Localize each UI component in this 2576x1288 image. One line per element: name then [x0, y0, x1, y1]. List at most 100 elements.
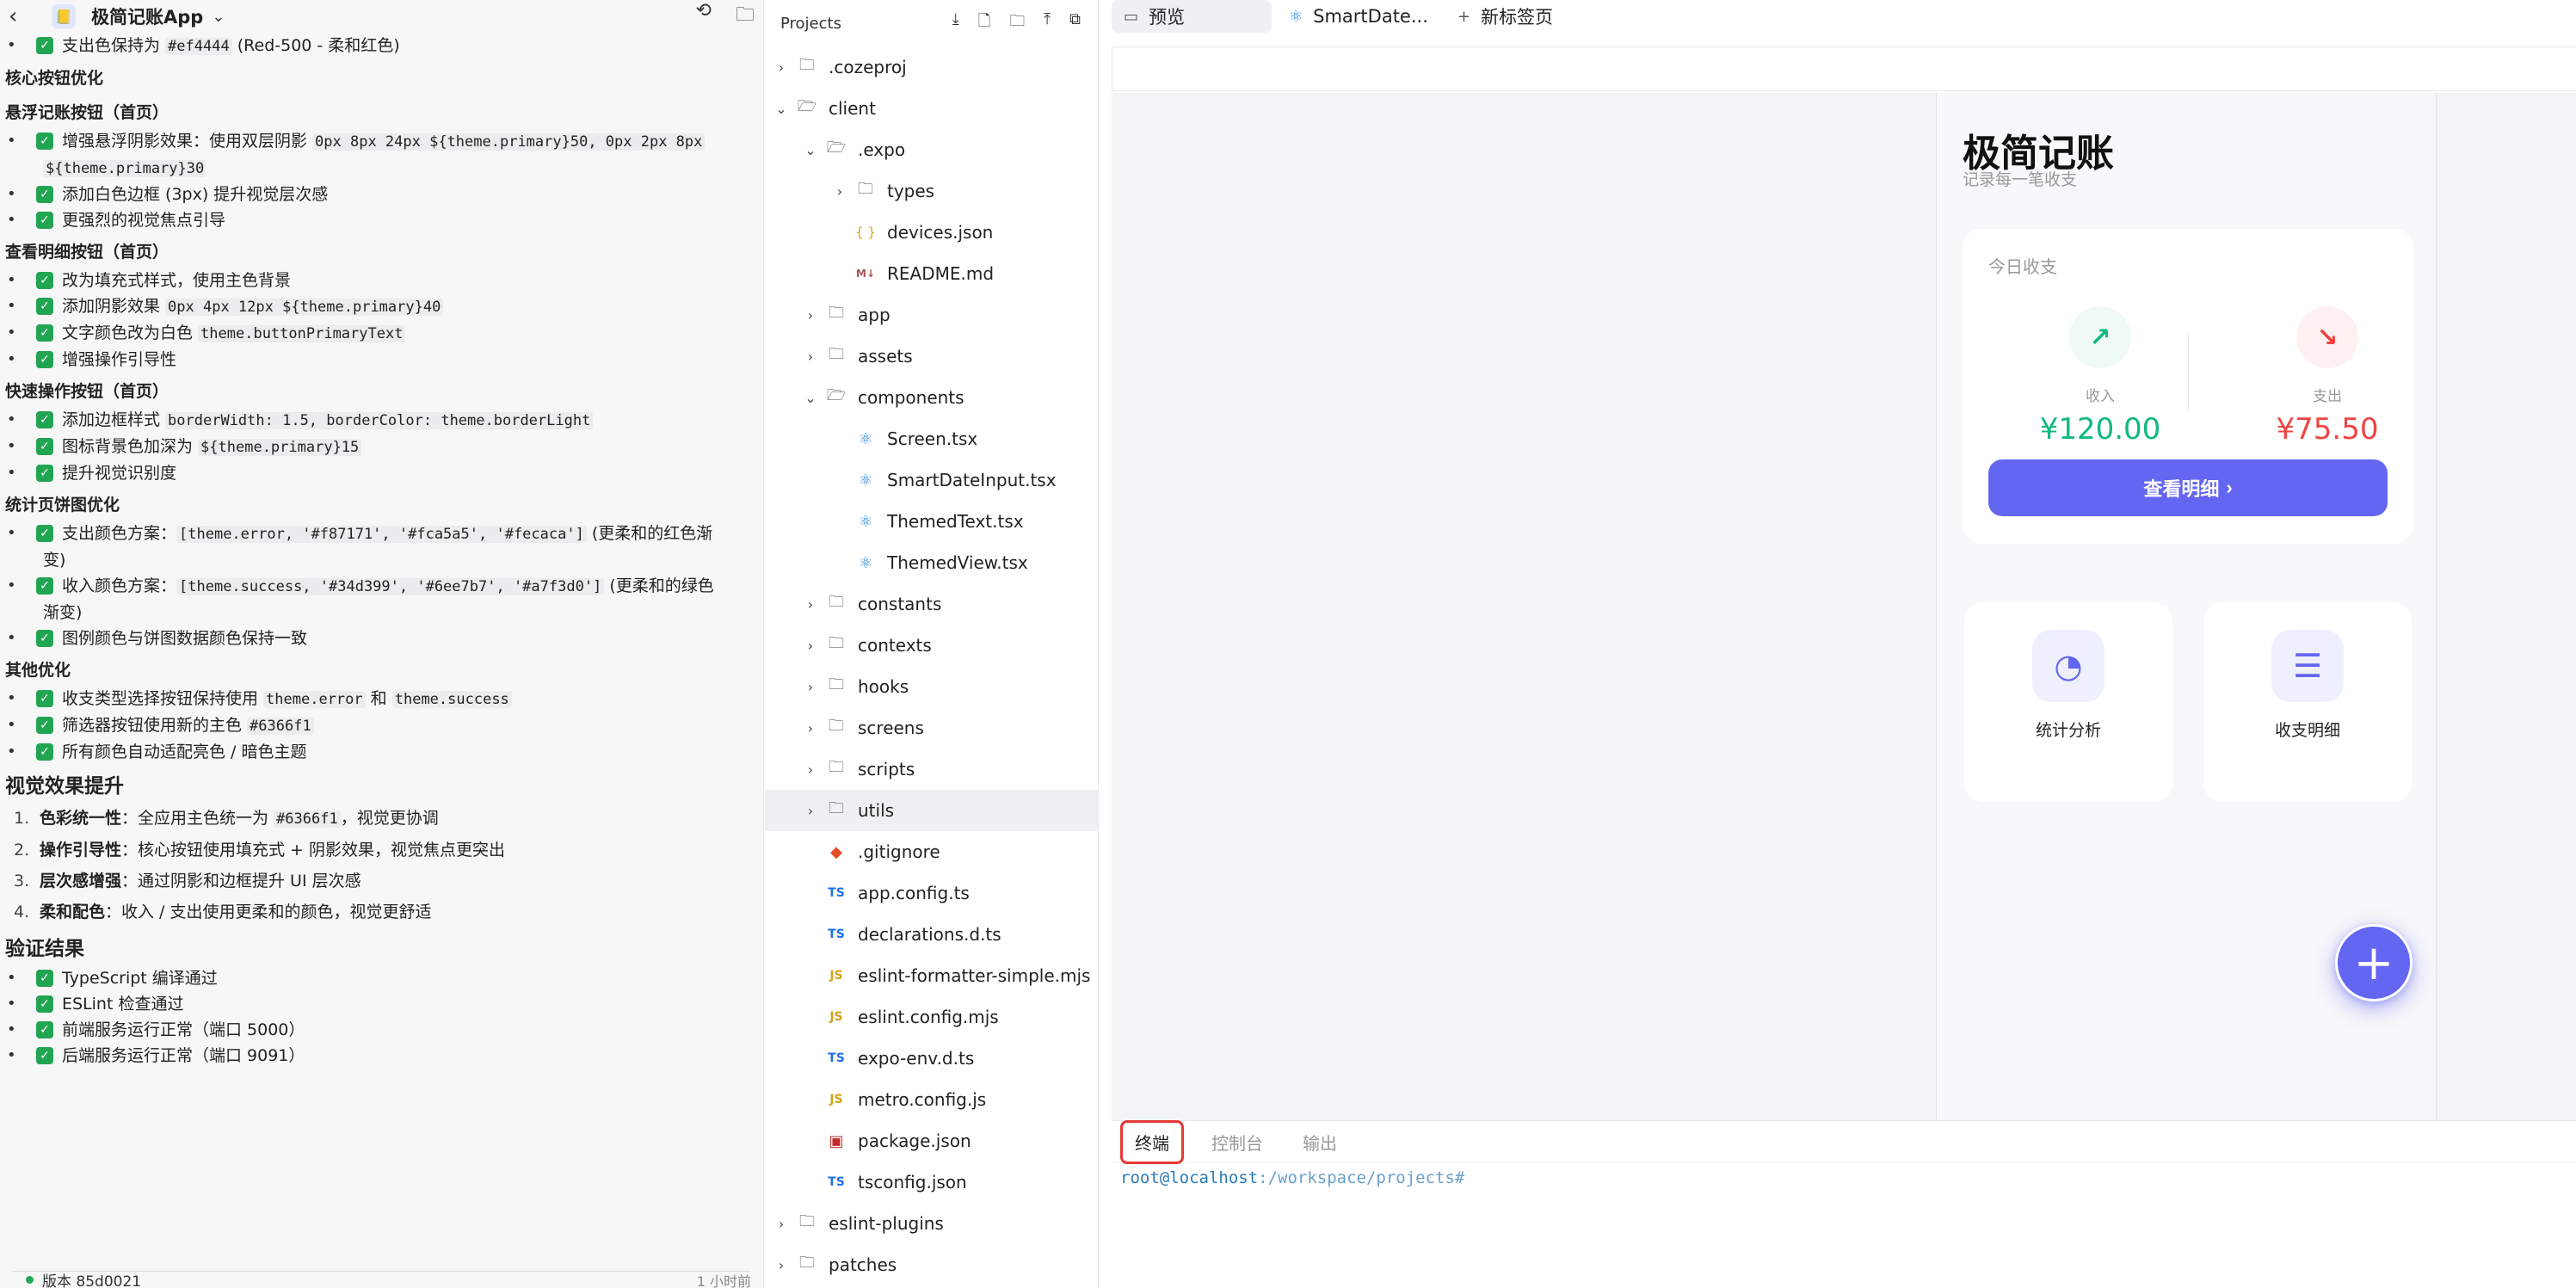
tree-item[interactable]: JS eslint-formatter-simple.mjs [765, 955, 1098, 996]
section-heading: 视觉效果提升 [5, 775, 124, 798]
tree-item[interactable]: M↓ README.md [765, 253, 1098, 294]
list-item: ✓ 后端服务运行正常（端口 9091） [5, 1043, 763, 1069]
tree-item[interactable]: TS app.config.ts [765, 872, 1098, 914]
tree-item[interactable]: ⚛ SmartDateInput.tsx [765, 459, 1098, 501]
ordered-text: 操作引导性：核心按钮使用填充式 + 阴影效果，视觉焦点更突出 [40, 835, 505, 866]
list-item-text: 图标背景色加深为 ${theme.primary}15 [62, 434, 362, 460]
tree-item-label: ThemedView.tsx [887, 552, 1028, 573]
chevron-right-icon[interactable]: › [801, 638, 820, 654]
tab-new[interactable]: + 新标签页 [1445, 0, 1565, 33]
tree-item[interactable]: TS declarations.d.ts [765, 914, 1098, 955]
quick-list-button[interactable]: ☰ 收支明细 [2203, 602, 2412, 802]
url-bar[interactable] [1112, 46, 2576, 91]
react-icon: ⚛ [858, 429, 873, 448]
tree-item[interactable]: ▣ package.json [765, 1120, 1098, 1162]
chevron-right-icon[interactable]: › [801, 307, 820, 324]
text-segment: 提升视觉识别度 [62, 464, 177, 483]
tree-item[interactable]: ⌄ 🗁 components [765, 377, 1098, 418]
view-detail-button[interactable]: 查看明细 › [1988, 459, 2388, 516]
back-icon[interactable]: ‹ [9, 3, 34, 29]
tree-item[interactable]: › 🗀 patches [765, 1244, 1098, 1285]
tree-item[interactable]: ⚛ Screen.tsx [765, 418, 1098, 459]
react-icon: ⚛ [858, 471, 873, 490]
tab-output[interactable]: 输出 [1291, 1123, 1349, 1162]
section-heading: 验证结果 [5, 938, 84, 960]
chevron-down-icon[interactable]: ⌄ [772, 101, 791, 117]
list-item-text: 添加阴影效果 0px 4px 12px ${theme.primary}40 [62, 293, 444, 320]
tree-item[interactable]: › 🗀 contexts [765, 625, 1098, 666]
text-segment: 和 [365, 689, 392, 708]
tree-item[interactable]: JS metro.config.js [765, 1079, 1098, 1120]
wrapped-line: 变) [43, 551, 66, 570]
tree-item[interactable]: ⚛ ThemedText.tsx [765, 501, 1098, 542]
tree-item[interactable]: { } devices.json [765, 212, 1098, 253]
tab-preview[interactable]: ▭ 预览 [1112, 0, 1272, 33]
ts-icon: TS [828, 927, 845, 941]
list-item-text: 提升视觉识别度 [62, 460, 176, 486]
app-logo-icon: 📒 [52, 4, 76, 28]
tree-item[interactable]: › 🗀 eslint-plugins [765, 1203, 1098, 1244]
download-icon[interactable]: ⤓ [952, 10, 959, 36]
tree-item[interactable]: › 🗀 app [765, 294, 1098, 336]
chevron-right-icon[interactable]: › [801, 803, 820, 819]
react-icon: ⚛ [1289, 7, 1303, 26]
chevron-right-icon[interactable]: › [772, 1257, 791, 1273]
tree-item[interactable]: ⚛ ThemedView.tsx [765, 542, 1098, 583]
chevron-down-icon[interactable]: ⌄ [801, 390, 820, 406]
pkg-icon: ▣ [829, 1131, 844, 1150]
app-name[interactable]: 极简记账App [91, 3, 203, 29]
chevron-down-icon[interactable]: ⌄ [212, 8, 225, 26]
collapse-all-icon[interactable]: ⧉ [1069, 10, 1081, 36]
text-segment: 收支类型选择按钮保持使用 [62, 689, 264, 708]
list-item: ✓ 图标背景色加深为 ${theme.primary}15 [5, 434, 763, 460]
folder-icon[interactable]: 🗀 [736, 0, 755, 33]
list-item: ✓ 收入颜色方案：[theme.success, '#34d399', '#6ee… [5, 573, 763, 600]
list-item-text: TypeScript 编译通过 [62, 969, 218, 988]
tree-item[interactable]: › 🗀 screens [765, 707, 1098, 749]
tree-item[interactable]: › 🗀 hooks [765, 666, 1098, 707]
chevron-right-icon[interactable]: › [801, 761, 820, 778]
chevron-right-icon[interactable]: › [801, 679, 820, 695]
file-tree-header: Projects ⤓ 🗋 🗀 ⤒ ⧉ [765, 0, 1098, 46]
tab-file[interactable]: ⚛ SmartDate... [1277, 0, 1440, 33]
version-bar[interactable]: 版本 85d0021 1 小时前 [12, 1271, 751, 1288]
tab-terminal[interactable]: 终端 [1120, 1119, 1184, 1164]
terminal[interactable]: root@localhost:/workspace/projects# [1112, 1163, 2576, 1288]
chevron-right-icon[interactable]: › [801, 348, 820, 365]
chevron-right-icon[interactable]: › [801, 720, 820, 736]
list-item: ✓ 增强悬浮阴影效果：使用双层阴影 0px 8px 24px ${theme.pr… [5, 128, 763, 155]
tree-item[interactable]: TS tsconfig.json [765, 1162, 1098, 1203]
list-item-text: 支出颜色方案： [theme.error, '#f87171', '#fca5a5… [62, 521, 712, 547]
chevron-down-icon[interactable]: ⌄ [801, 142, 820, 158]
tree-item[interactable]: ⌄ 🗁 .expo [765, 129, 1098, 170]
tree-item-label: declarations.d.ts [858, 924, 1001, 945]
md-icon: M↓ [856, 268, 875, 280]
income-label: 收入 [2086, 388, 2115, 405]
tree-item[interactable]: › 🗀 constants [765, 583, 1098, 625]
quick-stats-button[interactable]: ◔ 统计分析 [1964, 602, 2172, 802]
tree-item[interactable]: › 🗀 assets [765, 336, 1098, 377]
history-icon[interactable]: ⟲ [696, 0, 712, 33]
chevron-right-icon[interactable]: › [772, 1216, 791, 1232]
text-segment: 更强烈的视觉焦点引导 [62, 211, 226, 230]
tree-item[interactable]: › 🗀 types [765, 170, 1098, 212]
add-record-fab[interactable]: + [2335, 924, 2413, 1001]
tree-item[interactable]: › 🗀 scripts [765, 749, 1098, 790]
list-item: ✓ 图例颜色与饼图数据颜色保持一致 [5, 626, 763, 651]
tree-item[interactable]: › 🗀 utils [765, 790, 1098, 831]
text-segment: ：核心按钮使用填充式 + 阴影效果，视觉焦点更突出 [121, 841, 506, 860]
new-file-icon[interactable]: 🗋 [978, 10, 990, 36]
tree-item[interactable]: ⌄ 🗁 client [765, 88, 1098, 129]
tree-item[interactable]: › 🗀 .cozeproj [765, 46, 1098, 88]
tree-item[interactable]: JS eslint.config.mjs [765, 996, 1098, 1038]
new-folder-icon[interactable]: 🗀 [1009, 10, 1025, 36]
upload-icon[interactable]: ⤒ [1044, 10, 1051, 36]
chevron-right-icon[interactable]: › [830, 183, 849, 200]
tab-console[interactable]: 控制台 [1199, 1123, 1275, 1162]
chevron-right-icon[interactable]: › [801, 596, 820, 613]
chevron-right-icon[interactable]: › [772, 59, 791, 76]
tree-item[interactable]: ◆ .gitignore [765, 831, 1098, 872]
list-item: ✓ 前端服务运行正常（端口 5000） [5, 1017, 763, 1043]
tree-item-label: types [887, 181, 935, 201]
tree-item[interactable]: TS expo-env.d.ts [765, 1038, 1098, 1079]
